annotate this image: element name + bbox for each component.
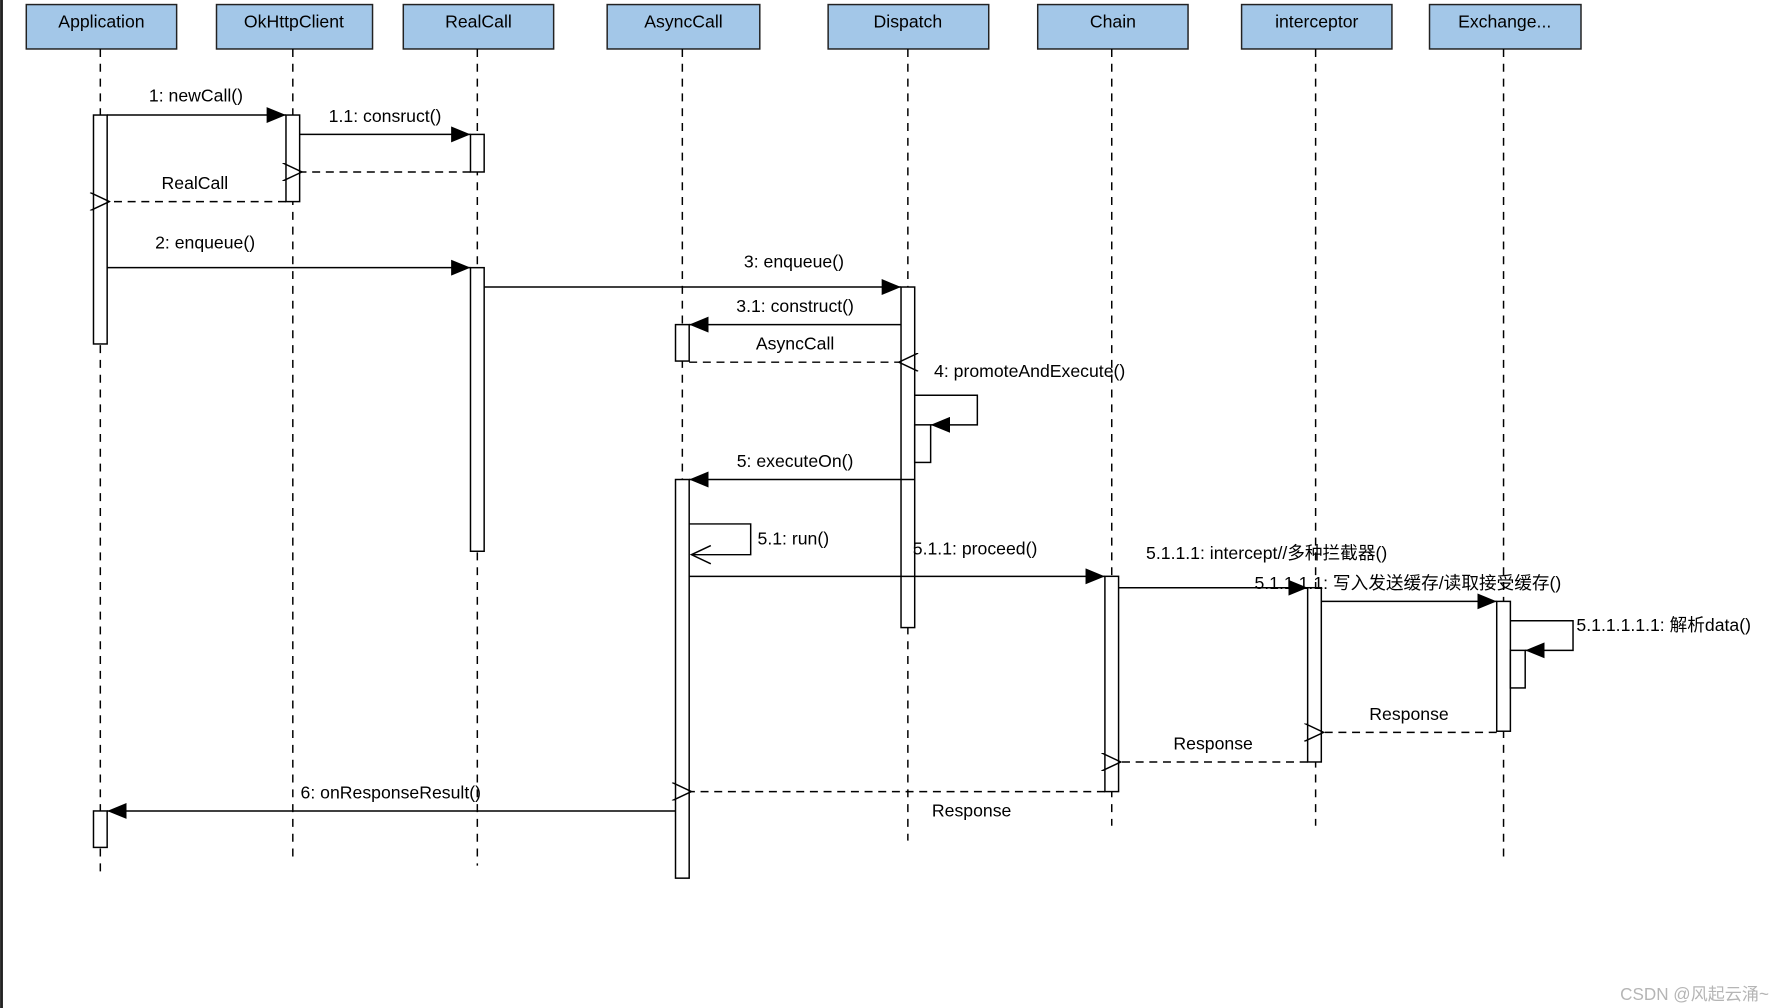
- message-execute-on[interactable]: 5: executeOn(): [689, 451, 915, 488]
- left-window-border: [0, 0, 3, 1008]
- message-label: Response: [1173, 733, 1253, 753]
- message-label: 5.1: run(): [758, 528, 830, 548]
- message-label: 3.1: construct(): [736, 296, 854, 316]
- sequence-diagram: Application OkHttpClient RealCall AsyncC…: [0, 0, 1769, 1008]
- participant-label: Dispatch: [874, 11, 943, 31]
- participant-application[interactable]: Application: [25, 3, 178, 50]
- participant-interceptor[interactable]: interceptor: [1240, 3, 1393, 50]
- return-response-interceptor[interactable]: Response: [1121, 733, 1308, 762]
- return-asynccall[interactable]: AsyncCall: [689, 334, 899, 363]
- activation-realcall: [469, 266, 485, 553]
- message-newcall[interactable]: 1: newCall(): [107, 85, 286, 124]
- message-parse-data[interactable]: 5.1.1.1.1.1: 解析data(): [1510, 615, 1751, 659]
- return-response-chain[interactable]: Response: [691, 792, 1105, 821]
- message-label: 6: onResponseResult(): [301, 782, 481, 802]
- participant-label: interceptor: [1275, 11, 1358, 31]
- return-realcall[interactable]: RealCall: [109, 173, 286, 202]
- activation-dispatch-nested: [913, 424, 932, 464]
- message-promote-and-execute[interactable]: 4: promoteAndExecute(): [914, 361, 1126, 433]
- activation-chain: [1104, 575, 1120, 793]
- activation-application: [92, 810, 108, 849]
- participant-dispatch[interactable]: Dispatch: [827, 3, 990, 50]
- message-enqueue[interactable]: 2: enqueue(): [107, 232, 471, 276]
- message-label: AsyncCall: [756, 334, 834, 354]
- message-label: Response: [932, 801, 1012, 821]
- message-construct-asynccall[interactable]: 3.1: construct(): [689, 296, 902, 333]
- message-run[interactable]: 5.1: run(): [689, 523, 830, 565]
- message-label: 5.1.1.1.1.1: 解析data(): [1576, 615, 1751, 635]
- activation-interceptor: [1306, 586, 1323, 763]
- activation-application: [92, 114, 108, 345]
- message-label: 3: enqueue(): [744, 252, 844, 272]
- message-label: RealCall: [162, 173, 229, 193]
- message-label: Response: [1369, 704, 1449, 724]
- message-label: 5.1.1.1.1: 写入发送缓存/读取接受缓存(): [1254, 573, 1561, 593]
- participant-label: Exchange...: [1458, 11, 1551, 31]
- participant-chain[interactable]: Chain: [1036, 3, 1189, 50]
- message-label: 4: promoteAndExecute(): [934, 361, 1125, 381]
- message-dispatch-enqueue[interactable]: 3: enqueue(): [484, 252, 902, 295]
- participant-realcall[interactable]: RealCall: [402, 3, 555, 50]
- message-label: 5: executeOn(): [737, 451, 854, 471]
- message-label: 2: enqueue(): [155, 232, 255, 252]
- activation-realcall: [469, 133, 485, 173]
- return-response-exchange[interactable]: Response: [1324, 704, 1497, 733]
- message-cache[interactable]: 5.1.1.1.1: 写入发送缓存/读取接受缓存(): [1254, 573, 1561, 610]
- participant-okhttpclient[interactable]: OkHttpClient: [215, 3, 374, 50]
- activation-okhttpclient: [285, 114, 301, 203]
- participant-label: RealCall: [445, 11, 512, 31]
- activation-exchange: [1495, 600, 1512, 732]
- participant-exchange[interactable]: Exchange...: [1428, 3, 1582, 50]
- message-label: 5.1.1: proceed(): [913, 539, 1038, 559]
- participant-label: OkHttpClient: [244, 11, 344, 31]
- message-label: 5.1.1.1: intercept//多种拦截器(): [1146, 543, 1387, 563]
- watermark: CSDN @风起云涌~: [1620, 985, 1769, 1004]
- message-proceed[interactable]: 5.1.1: proceed(): [689, 539, 1105, 585]
- activation-asynccall: [674, 323, 690, 362]
- activation-asynccall: [674, 478, 690, 879]
- participant-label: AsyncCall: [644, 11, 722, 31]
- message-on-response-result[interactable]: 6: onResponseResult(): [107, 782, 676, 819]
- participant-label: Application: [58, 11, 144, 31]
- participant-asynccall[interactable]: AsyncCall: [606, 3, 761, 50]
- message-construct[interactable]: 1.1: consruct(): [299, 106, 471, 143]
- activation-exchange-nested: [1509, 649, 1526, 689]
- message-label: 1.1: consruct(): [329, 106, 442, 126]
- message-label: 1: newCall(): [149, 85, 243, 105]
- participant-label: Chain: [1090, 11, 1136, 31]
